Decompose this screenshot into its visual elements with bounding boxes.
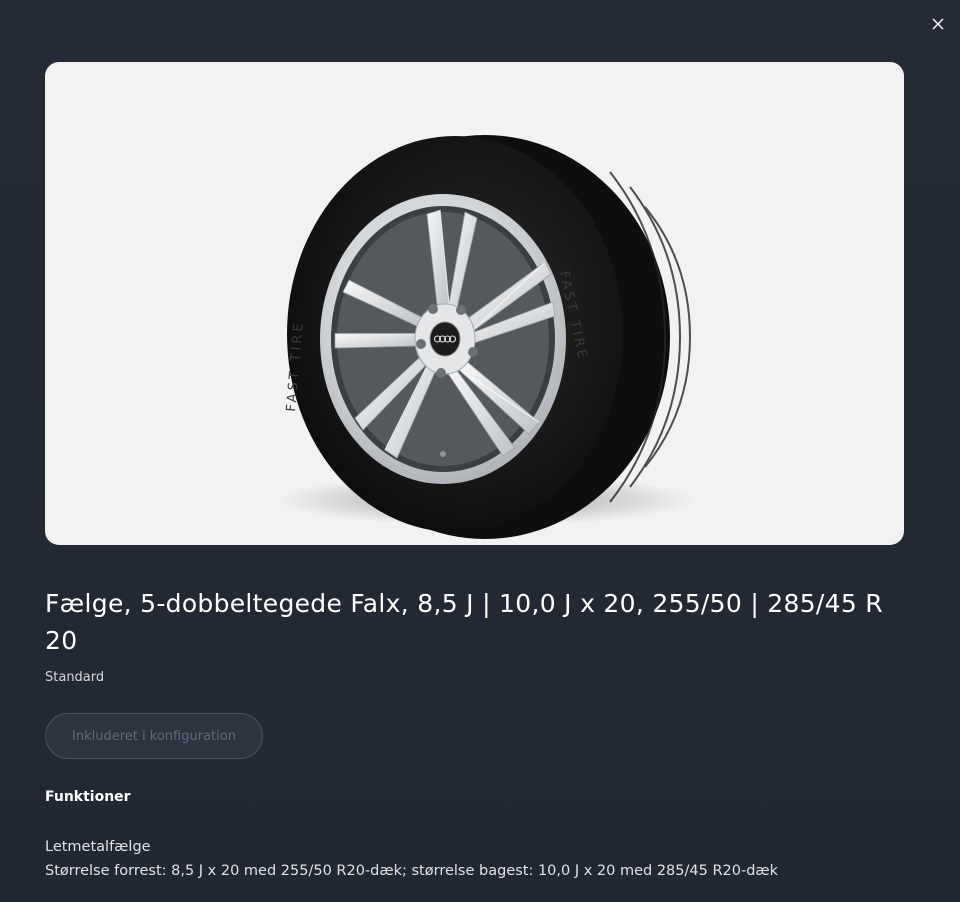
feature-item: Størrelse forrest: 8,5 J x 20 med 255/50… [45, 863, 779, 879]
features-list: Letmetalfælge Størrelse forrest: 8,5 J x… [45, 835, 778, 883]
wheel-illustration: FAST TIRE FAST TIRE [275, 135, 695, 539]
included-in-configuration-button[interactable]: Inkluderet i konfiguration [45, 713, 263, 759]
product-detail-modal: FAST TIRE FAST TIRE Fælge, 5-dobbelteged… [0, 0, 960, 902]
close-icon [932, 18, 944, 30]
close-button[interactable] [928, 14, 948, 34]
product-status: Standard [45, 670, 105, 685]
product-title: Fælge, 5-dobbeltegede Falx, 8,5 J | 10,0… [45, 589, 883, 655]
features-heading: Funktioner [45, 789, 131, 805]
feature-item: Letmetalfælge [45, 839, 151, 855]
product-image: FAST TIRE FAST TIRE [45, 62, 904, 545]
